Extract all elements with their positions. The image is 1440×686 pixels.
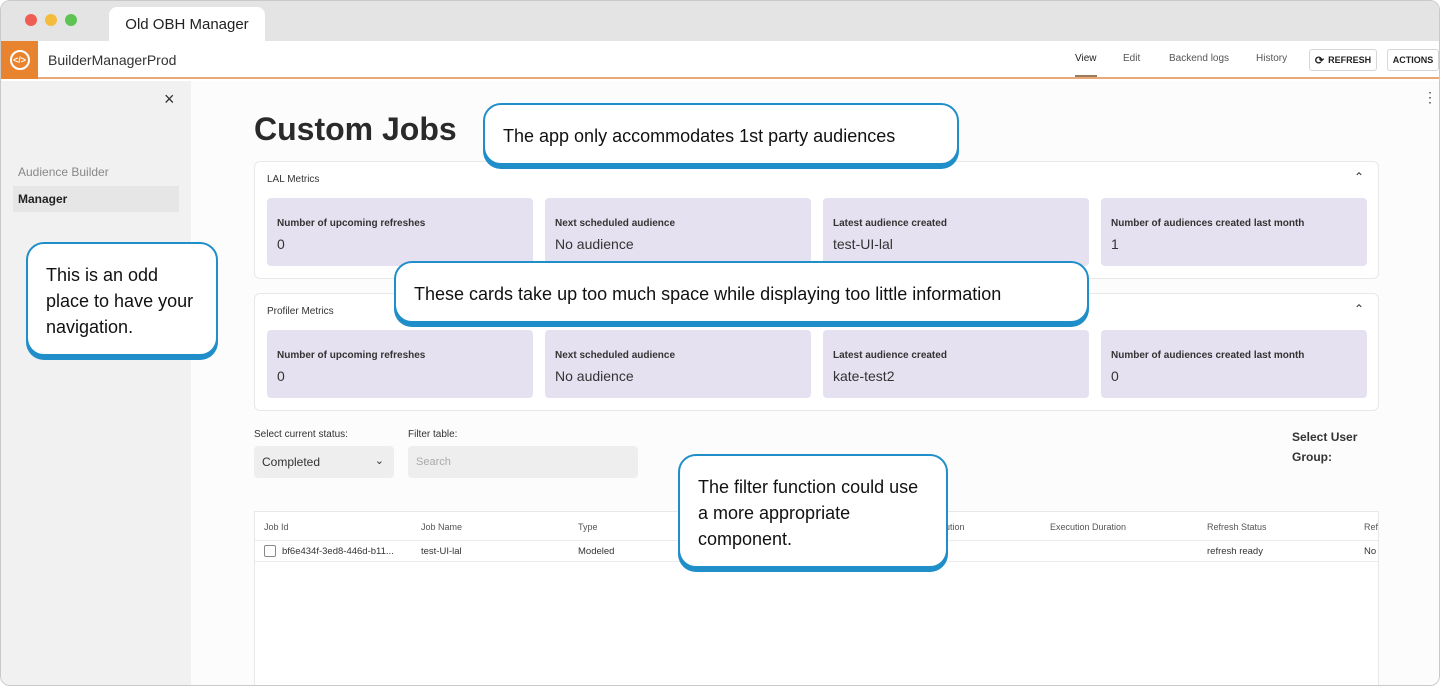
table-cell: bf6e434f-3ed8-446d-b11... <box>282 546 394 557</box>
annotation-callout: The filter function could use a more app… <box>678 454 948 568</box>
user-group-label: Select User Group: <box>1292 430 1358 464</box>
metric-value: test-UI-lal <box>833 236 893 252</box>
column-header[interactable]: Job Name <box>421 522 462 532</box>
close-window-button[interactable] <box>25 14 37 26</box>
table-cell: test-UI-lal <box>421 546 462 557</box>
page-title: Custom Jobs <box>254 111 457 147</box>
column-header[interactable]: Type <box>578 522 598 532</box>
column-header[interactable]: Refresh Status <box>1207 522 1267 532</box>
minimize-window-button[interactable] <box>45 14 57 26</box>
app-logo: </> <box>1 41 38 79</box>
metric-card: Number of upcoming refreshes 0 <box>267 198 533 266</box>
metric-value: kate-test2 <box>833 368 895 384</box>
metric-card: Number of upcoming refreshes 0 <box>267 330 533 398</box>
tab-backend-logs[interactable]: Backend logs <box>1169 53 1229 64</box>
table-cell: Modeled <box>578 546 615 557</box>
metric-label: Next scheduled audience <box>555 218 676 229</box>
sidebar-item-audience-builder[interactable]: Audience Builder <box>13 159 179 185</box>
actions-button[interactable]: ACTIONS <box>1387 49 1439 71</box>
metric-label: Number of upcoming refreshes <box>277 350 426 361</box>
more-options-icon[interactable]: ⋮ <box>1423 89 1437 106</box>
sidebar: × Audience Builder Manager <box>1 81 191 685</box>
metric-value: 0 <box>1111 368 1119 384</box>
table-cell: refresh ready <box>1207 546 1263 557</box>
annotation-callout: These cards take up too much space while… <box>394 261 1089 323</box>
status-select-value: Completed <box>262 455 321 469</box>
refresh-icon: ⟳ <box>1314 54 1325 67</box>
annotation-callout: This is an odd place to have your naviga… <box>26 242 218 356</box>
metric-label: Latest audience created <box>833 218 947 229</box>
filter-table-label: Filter table: <box>408 429 458 440</box>
chevron-up-icon[interactable]: ⌃ <box>1354 302 1364 316</box>
metric-card: Number of audiences created last month 1 <box>1101 198 1367 266</box>
metric-card: Number of audiences created last month 0 <box>1101 330 1367 398</box>
tab-view[interactable]: View <box>1075 53 1097 77</box>
maximize-window-button[interactable] <box>65 14 77 26</box>
refresh-label: REFRESH <box>1328 55 1372 65</box>
annotation-callout: The app only accommodates 1st party audi… <box>483 103 959 165</box>
status-select-label: Select current status: <box>254 429 348 440</box>
chevron-down-icon: ⌄ <box>374 455 384 467</box>
metric-card: Latest audience created kate-test2 <box>823 330 1089 398</box>
metric-card: Next scheduled audience No audience <box>545 198 811 266</box>
refresh-button[interactable]: ⟳ REFRESH <box>1309 49 1377 71</box>
browser-window: Old OBH Manager </> BuilderManagerProd V… <box>0 0 1440 686</box>
metric-value: No audience <box>555 236 634 252</box>
search-input[interactable] <box>408 446 638 478</box>
app-name: BuilderManagerProd <box>48 52 177 68</box>
app-header: </> BuilderManagerProd View Edit Backend… <box>1 41 1439 79</box>
code-icon: </> <box>9 50 30 70</box>
close-icon[interactable]: × <box>164 89 175 110</box>
browser-tab[interactable]: Old OBH Manager <box>109 7 265 41</box>
metric-label: Next scheduled audience <box>555 350 676 361</box>
metric-value: 0 <box>277 236 285 252</box>
sidebar-item-manager[interactable]: Manager <box>13 186 179 212</box>
metric-label: Number of upcoming refreshes <box>277 218 426 229</box>
section-title: Profiler Metrics <box>267 306 334 317</box>
metric-label: Number of audiences created last month <box>1111 218 1305 229</box>
column-header[interactable]: Job Id <box>264 522 289 532</box>
metric-value: No audience <box>555 368 634 384</box>
column-header[interactable]: Execution Duration <box>1050 522 1126 532</box>
column-header[interactable]: Ref <box>1364 522 1378 532</box>
metric-label: Number of audiences created last month <box>1111 350 1305 361</box>
browser-titlebar: Old OBH Manager <box>1 1 1439 41</box>
section-title: LAL Metrics <box>267 174 320 185</box>
metric-card: Latest audience created test-UI-lal <box>823 198 1089 266</box>
row-checkbox[interactable] <box>264 545 276 557</box>
metric-card: Next scheduled audience No audience <box>545 330 811 398</box>
status-select[interactable]: Completed ⌄ <box>254 446 394 478</box>
main-content: ⋮ Custom Jobs LAL Metrics ⌃ Number of up… <box>191 81 1439 685</box>
metric-label: Latest audience created <box>833 350 947 361</box>
tab-history[interactable]: History <box>1256 53 1287 64</box>
table-cell: No <box>1364 546 1377 557</box>
metric-value: 0 <box>277 368 285 384</box>
tab-edit[interactable]: Edit <box>1123 53 1140 64</box>
metric-value: 1 <box>1111 236 1119 252</box>
chevron-up-icon[interactable]: ⌃ <box>1354 170 1364 184</box>
